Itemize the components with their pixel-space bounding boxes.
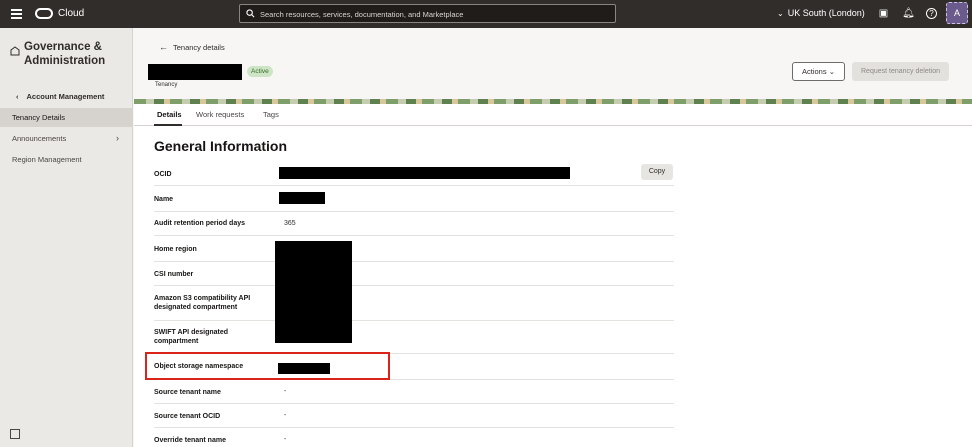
highlight-box (145, 352, 390, 380)
page-subtitle: Tenancy (155, 82, 178, 88)
region-selector[interactable]: ⌄ UK South (London) (777, 8, 865, 18)
sidebar-title: Governance & Administration (24, 41, 106, 67)
details-panel: General Information OCID Copy Name Audit… (134, 126, 972, 447)
field-label: SWIFT API designated compartment (154, 329, 229, 345)
field-row-source-tenant-ocid: Source tenant OCID - (154, 404, 674, 428)
redacted-name (279, 192, 325, 204)
collapse-sidebar-icon[interactable] (10, 429, 20, 439)
field-row-s3-compartment: Amazon S3 compatibility API designated c… (154, 286, 674, 321)
field-label: OCID (154, 171, 172, 178)
oracle-logo-icon[interactable] (35, 8, 53, 19)
arrow-left-icon: ← (159, 42, 168, 52)
copy-button[interactable]: Copy (641, 164, 673, 180)
chevron-right-icon: › (116, 133, 119, 143)
cloud-shell-icon[interactable]: ▣ (877, 7, 890, 20)
field-value: 365 (284, 220, 296, 227)
field-value: - (284, 388, 287, 395)
help-icon[interactable]: ? (926, 8, 937, 19)
field-label: Source tenant name (154, 389, 221, 396)
sidebar: Governance & Administration ‹ Account Man… (0, 28, 133, 447)
brand-label[interactable]: Cloud (58, 8, 84, 19)
field-row-home-region: Home region (154, 236, 674, 262)
sidebar-item-tenancy-details[interactable]: Tenancy Details (0, 108, 133, 127)
chevron-left-icon: ‹ (16, 92, 19, 101)
sidebar-item-label: Tenancy Details (12, 113, 65, 122)
field-row-ocid: OCID (154, 162, 674, 186)
field-row-swift-compartment: SWIFT API designated compartment (154, 321, 674, 354)
field-label: Source tenant OCID (154, 413, 221, 420)
search-box[interactable] (239, 4, 616, 23)
field-label: Audit retention period days (154, 220, 246, 227)
field-label: Override tenant name (154, 437, 226, 444)
actions-button[interactable]: Actions ⌄ (792, 62, 845, 81)
field-label: Amazon S3 compatibility API designated c… (154, 295, 251, 311)
tab-tags[interactable]: Tags (263, 110, 279, 119)
tab-work-requests[interactable]: Work requests (196, 110, 244, 119)
sidebar-item-announcements[interactable]: Announcements › (0, 129, 133, 148)
tab-details[interactable]: Details (157, 110, 182, 119)
back-label: Account Management (26, 92, 105, 101)
actions-label: Actions (802, 67, 827, 76)
redacted-ocid (279, 167, 570, 179)
request-tenancy-deletion-button[interactable]: Request tenancy deletion (852, 62, 949, 81)
redacted-region-block (275, 241, 352, 343)
main-content: ← Tenancy details Active Tenancy Actions … (134, 28, 972, 447)
chevron-down-icon: ⌄ (777, 9, 784, 18)
field-row-csi-number: CSI number (154, 262, 674, 286)
field-label: Name (154, 196, 174, 203)
status-badge: Active (247, 66, 273, 77)
field-value: - (284, 436, 287, 443)
field-row-audit-retention: Audit retention period days 365 (154, 212, 674, 236)
governance-icon (10, 46, 20, 56)
avatar[interactable]: A (946, 2, 968, 24)
region-label: UK South (London) (787, 8, 865, 18)
bell-icon[interactable]: 🔔︎ (902, 7, 915, 20)
section-title: General Information (154, 138, 288, 154)
hamburger-menu-icon[interactable] (11, 9, 22, 19)
field-row-override-tenant-name: Override tenant name - (154, 428, 674, 447)
tabs-bar: Details Work requests Tags (134, 104, 972, 126)
field-label: Home region (154, 246, 197, 253)
field-row-name: Name (154, 186, 674, 212)
top-navigation-bar: Cloud ⌄UK South (London) ▣ 🔔︎ ? A (0, 0, 972, 28)
field-row-source-tenant-name: Source tenant name - (154, 380, 674, 404)
search-input[interactable] (260, 7, 610, 21)
sidebar-item-label: Region Management (12, 155, 82, 164)
sidebar-item-region-management[interactable]: Region Management (0, 150, 133, 169)
back-to-account-management[interactable]: ‹ Account Management (16, 92, 104, 101)
search-icon (246, 9, 255, 18)
sidebar-item-label: Announcements (12, 134, 67, 143)
field-value: - (284, 412, 287, 419)
back-link-label: Tenancy details (173, 43, 225, 52)
back-link[interactable]: ← Tenancy details (159, 42, 225, 52)
chevron-down-icon: ⌄ (828, 67, 835, 76)
redacted-tenancy-name (148, 64, 242, 80)
field-label: CSI number (154, 271, 194, 278)
